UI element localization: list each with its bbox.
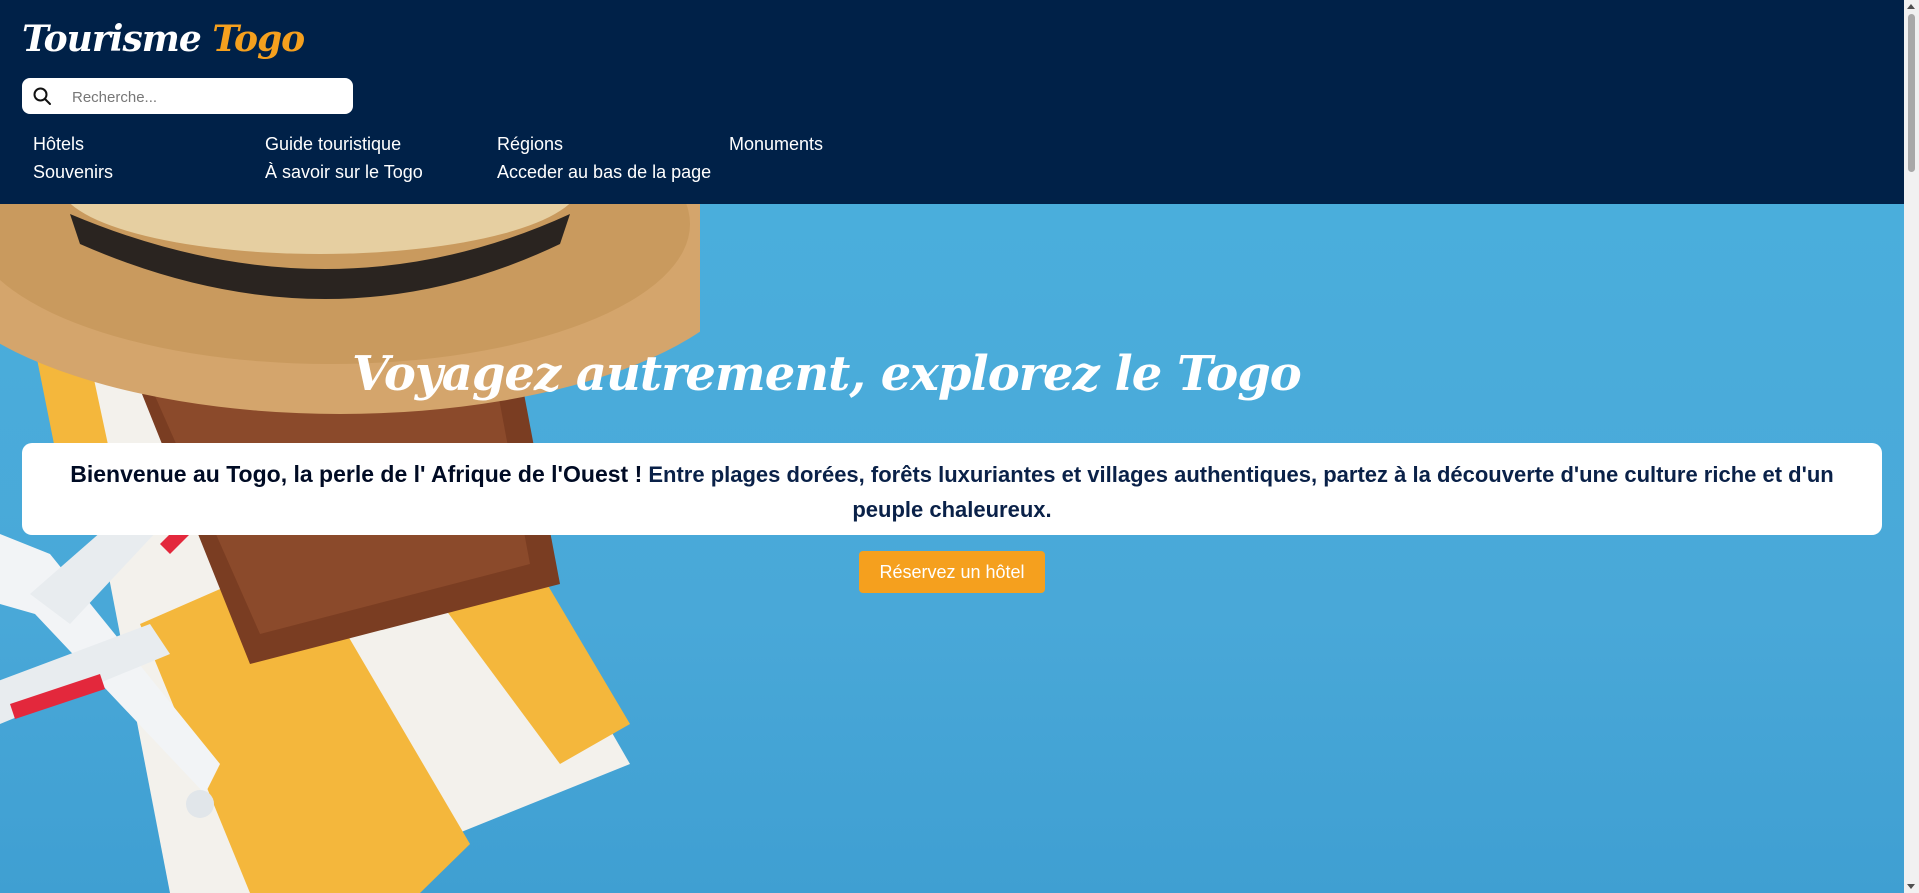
hero-background-image <box>0 204 700 893</box>
nav-item-a-savoir[interactable]: À savoir sur le Togo <box>265 161 497 183</box>
welcome-strong-text: Bienvenue au Togo, la perle de l' Afriqu… <box>70 461 643 487</box>
hero-section: Voyagez autrement, explorez le Togo Bien… <box>0 204 1904 893</box>
scroll-up-arrow-icon[interactable] <box>1907 4 1915 9</box>
scroll-down-arrow-icon[interactable] <box>1907 884 1915 889</box>
search-input[interactable] <box>70 78 344 116</box>
welcome-message: Bienvenue au Togo, la perle de l' Afriqu… <box>22 443 1882 535</box>
scrollbar-thumb[interactable] <box>1908 14 1915 172</box>
nav-item-guide[interactable]: Guide touristique <box>265 133 497 155</box>
site-header: Tourisme Togo Hôtels Guide touristique R… <box>0 0 1904 204</box>
search-icon[interactable] <box>32 86 52 106</box>
nav-item-hotels[interactable]: Hôtels <box>33 133 265 155</box>
hero-title: Voyagez autrement, explorez le Togo <box>352 346 1302 402</box>
book-hotel-button[interactable]: Réservez un hôtel <box>859 551 1045 593</box>
logo-main: Tourisme <box>22 18 202 60</box>
nav-item-monuments[interactable]: Monuments <box>729 133 961 155</box>
welcome-body-text: Entre plages dorées, forêts luxuriantes … <box>642 462 1834 522</box>
logo-accent: Togo <box>212 18 305 60</box>
main-nav: Hôtels Guide touristique Régions Monumen… <box>33 133 961 183</box>
page-scrollbar[interactable] <box>1904 0 1919 893</box>
nav-item-regions[interactable]: Régions <box>497 133 729 155</box>
site-logo[interactable]: Tourisme Togo <box>22 18 305 60</box>
nav-item-bas-de-page[interactable]: Acceder au bas de la page <box>497 161 729 183</box>
search-bar <box>22 78 353 116</box>
nav-item-souvenirs[interactable]: Souvenirs <box>33 161 265 183</box>
